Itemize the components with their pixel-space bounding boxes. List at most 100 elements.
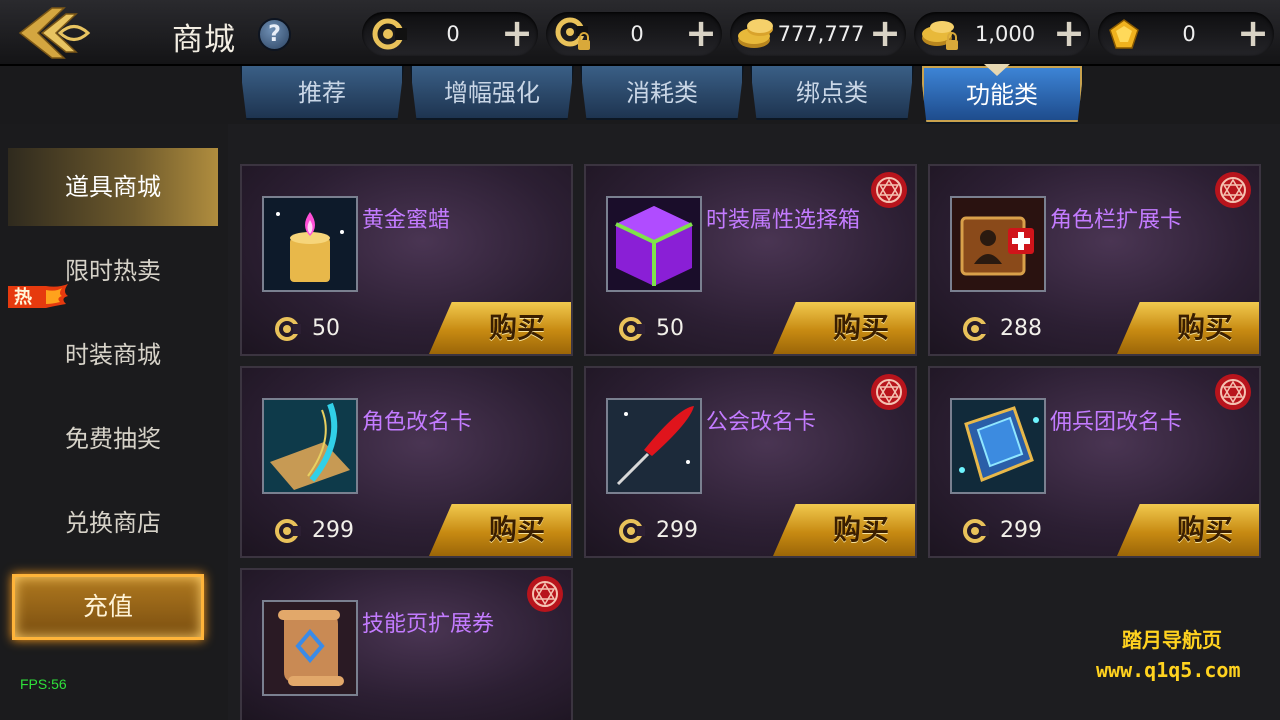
gold-coins-icon [738, 19, 773, 48]
category-tabs: 推荐 增幅强化 消耗类 绑点类 功能类 [230, 66, 1110, 124]
buy-label: 购买 [832, 311, 889, 344]
buy-button[interactable]: 购买 [773, 302, 915, 354]
product-price: 299 [656, 518, 698, 543]
add-currency-button[interactable]: + [868, 14, 902, 52]
gem-icon [1109, 19, 1139, 49]
sidebar-item-label: 时装商城 [65, 341, 161, 369]
product-price: 299 [1000, 518, 1042, 543]
add-currency-button[interactable]: + [1052, 14, 1086, 52]
tab-enhance[interactable]: 增幅强化 [410, 66, 574, 120]
skill-scroll-icon [262, 600, 358, 696]
currency-coin-locked: 0 + [546, 12, 722, 56]
red-seal-icon [527, 576, 563, 612]
fps-counter: FPS:56 [20, 676, 67, 692]
product-card: 时装属性选择箱 50 购买 [584, 164, 917, 356]
sidebar-item-free-lottery[interactable]: 免费抽奖 [8, 400, 218, 478]
coin-c-icon [619, 317, 645, 341]
product-card: 佣兵团改名卡 299 购买 [928, 366, 1261, 558]
add-currency-button[interactable]: + [1236, 14, 1270, 52]
currency-value: 0 [630, 22, 644, 46]
recharge-button[interactable]: 充值 [12, 574, 204, 640]
coin-c-icon [963, 519, 989, 543]
product-name: 黄金蜜蜡 [362, 208, 451, 233]
product-card: 黄金蜜蜡 50 购买 [240, 164, 573, 356]
back-arrow-icon[interactable] [14, 4, 94, 62]
sidebar-item-exchange-shop[interactable]: 兑换商店 [8, 484, 218, 562]
add-currency-button[interactable]: + [500, 14, 534, 52]
coin-c-icon [275, 519, 301, 543]
buy-button[interactable]: 购买 [429, 504, 571, 556]
red-seal-icon [1215, 172, 1251, 208]
watermark-url: www.q1q5.com [1096, 658, 1241, 682]
buy-label: 购买 [488, 311, 545, 344]
tab-label: 消耗类 [626, 79, 698, 107]
currency-value: 0 [446, 22, 460, 46]
product-price: 299 [312, 518, 354, 543]
currency-coin: 0 + [362, 12, 538, 56]
buy-button[interactable]: 购买 [773, 504, 915, 556]
tab-label: 增幅强化 [444, 79, 540, 107]
product-name: 角色改名卡 [362, 410, 473, 435]
currency-value: 0 [1182, 22, 1196, 46]
currency-gem: 0 + [1098, 12, 1274, 56]
product-name: 技能页扩展券 [362, 612, 495, 637]
buy-button[interactable]: 购买 [1117, 504, 1259, 556]
tab-label: 推荐 [298, 79, 346, 107]
currency-value: 777,777 [777, 22, 865, 46]
coin-c-icon [619, 519, 645, 543]
red-seal-icon [871, 172, 907, 208]
product-card: 技能页扩展券 [240, 568, 573, 720]
red-seal-icon [871, 374, 907, 410]
buy-button[interactable]: 购买 [1117, 302, 1259, 354]
product-name: 佣兵团改名卡 [1050, 410, 1183, 435]
buy-label: 购买 [1176, 513, 1233, 546]
red-quill-icon [606, 398, 702, 494]
golden-candle-icon [262, 196, 358, 292]
help-icon[interactable]: ? [258, 18, 291, 51]
buy-button[interactable]: 购买 [429, 302, 571, 354]
hot-badge-text: 热 [14, 286, 32, 308]
coin-c-icon [275, 317, 301, 341]
product-price: 50 [656, 316, 684, 341]
sidebar-item-item-shop[interactable]: 道具商城 [8, 148, 218, 226]
rename-scroll-icon [262, 398, 358, 494]
tab-label: 绑点类 [796, 79, 868, 107]
page-title: 商城 [172, 22, 236, 58]
product-name: 角色栏扩展卡 [1050, 208, 1183, 233]
tab-consumables[interactable]: 消耗类 [580, 66, 744, 120]
buy-label: 购买 [832, 513, 889, 546]
gold-coins-locked-icon [922, 21, 958, 50]
buy-label: 购买 [1176, 311, 1233, 344]
sidebar-item-fashion-shop[interactable]: 时装商城 [8, 316, 218, 394]
watermark-title: 踏月导航页 [1122, 628, 1222, 652]
chevron-down-icon [984, 64, 1010, 76]
product-name: 时装属性选择箱 [706, 208, 861, 233]
product-card: 公会改名卡 299 购买 [584, 366, 917, 558]
sidebar-item-label: 免费抽奖 [65, 425, 161, 453]
currency-value: 1,000 [974, 22, 1036, 46]
red-seal-icon [1215, 374, 1251, 410]
coin-c-icon [372, 18, 407, 50]
sidebar-item-label: 道具商城 [65, 173, 161, 201]
sidebar: 道具商城 限时热卖 热 时装商城 免费抽奖 兑换商店 充值 FPS:56 [0, 124, 228, 720]
top-bar: 商城 ? 0 + 0 + 777,777 + 1,000 + 0 + [0, 0, 1280, 66]
buy-label: 购买 [488, 513, 545, 546]
tab-recommend[interactable]: 推荐 [240, 66, 404, 120]
currency-gold-locked: 1,000 + [914, 12, 1090, 56]
currency-gold: 777,777 + [730, 12, 906, 56]
add-currency-button[interactable]: + [684, 14, 718, 52]
product-card: 角色改名卡 299 购买 [240, 366, 573, 558]
product-grid: 黄金蜜蜡 50 购买 时装属性选择箱 50 购买 角色栏扩展卡 288 购买 角… [228, 124, 1280, 720]
guild-rename-book-icon [950, 398, 1046, 494]
recharge-label: 充值 [82, 592, 133, 621]
coin-c-locked-icon [555, 17, 590, 50]
character-slot-card-icon [950, 196, 1046, 292]
product-price: 288 [1000, 316, 1042, 341]
sidebar-item-label: 兑换商店 [65, 509, 161, 537]
coin-c-icon [963, 317, 989, 341]
tab-bound[interactable]: 绑点类 [750, 66, 914, 120]
purple-box-icon [606, 196, 702, 292]
product-card: 角色栏扩展卡 288 购买 [928, 164, 1261, 356]
product-price: 50 [312, 316, 340, 341]
hot-flame-badge: 热 [8, 284, 68, 308]
